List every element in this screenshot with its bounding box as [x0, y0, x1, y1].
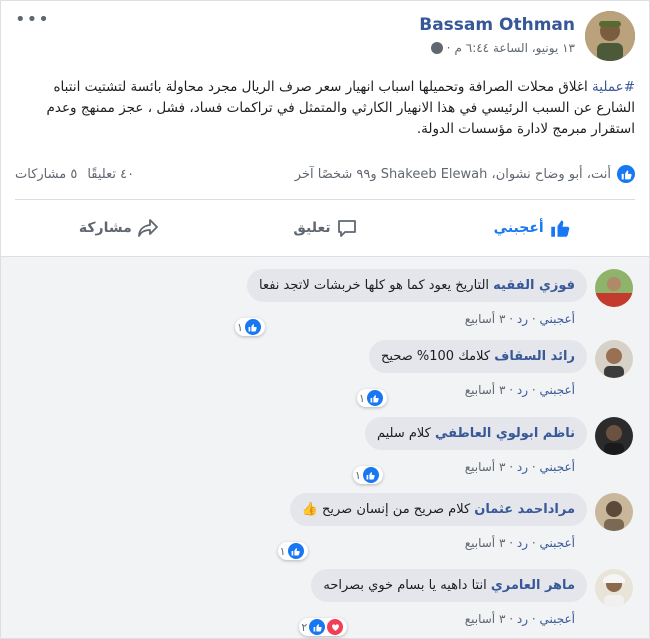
comment-reactions[interactable]: ١	[277, 542, 308, 560]
like-reaction-icon	[287, 543, 304, 559]
post-header: Bassam Othman ١٣ يونيو، الساعة ٦:٤٤ م ·	[419, 11, 635, 61]
hashtag-link[interactable]: #عملية	[592, 79, 635, 95]
commenter-avatar[interactable]	[595, 493, 633, 531]
commenter-avatar[interactable]	[595, 417, 633, 455]
more-options-icon[interactable]: •••	[15, 9, 50, 30]
meta-dot: ·	[446, 41, 451, 55]
comment-text: كلام صريح من إنسان صريح 👍	[301, 502, 471, 517]
post-card: ••• Bassam Othman ١٣ يونيو، الساعة ٦:٤٤ …	[0, 0, 650, 639]
comment-text: التاريخ يعود كما هو كلها خربشات لاتجد نف…	[258, 278, 490, 293]
comment-bubble: رائد السقاف كلامك 100% صحيح	[369, 340, 587, 373]
comment-text: كلامك 100% صحيح	[381, 349, 491, 364]
like-reaction-icon	[362, 467, 379, 483]
comment-like-link[interactable]: أعجبني	[540, 383, 575, 397]
comment-like-link[interactable]: أعجبني	[540, 460, 575, 474]
share-icon	[137, 219, 158, 237]
comment-time[interactable]: ٣ أسابيع	[465, 383, 506, 397]
comment-item: ناظم ابولوي العاطفي كلام سليم ١ أعجبني ·…	[352, 417, 633, 484]
reaction-count: ٢	[301, 620, 308, 634]
comment-like-link[interactable]: أعجبني	[540, 612, 575, 626]
commenter-name[interactable]: رائد السقاف	[494, 349, 575, 364]
share-count[interactable]: ٥ مشاركات	[15, 167, 77, 182]
like-reaction-icon	[309, 619, 326, 635]
comment-reply-link[interactable]: رد	[517, 312, 528, 326]
like-reaction-icon	[366, 390, 383, 406]
share-button[interactable]: مشاركة	[15, 219, 222, 237]
thumbs-up-icon	[550, 220, 569, 237]
comment-reactions[interactable]: ٢	[299, 618, 348, 636]
comment-bubble: فوزي الفقيه التاريخ يعود كما هو كلها خرب…	[246, 269, 587, 302]
comment-text: انتا داهيه يا بسام خوي بصراحه	[323, 578, 487, 593]
reaction-count: ١	[359, 391, 365, 405]
globe-icon	[430, 42, 443, 54]
reaction-count: ١	[354, 468, 361, 482]
commenter-name[interactable]: ماهر العامري	[491, 578, 575, 593]
comment-bubble: مراداحمد عثمان كلام صريح من إنسان صريح 👍	[289, 493, 587, 526]
comment-meta: أعجبني · رد · ٣ أسابيع	[464, 612, 575, 626]
divider-top	[15, 199, 635, 200]
action-bar: مشاركة تعليق أعجبني	[15, 209, 635, 247]
comment-time[interactable]: ٣ أسابيع	[465, 536, 506, 550]
post-body: اغلاق محلات الصرافة وتحميلها اسباب انهيا…	[46, 79, 635, 137]
comment-bubble: ماهر العامري انتا داهيه يا بسام خوي بصرا…	[311, 569, 587, 602]
reaction-summary: ٤٠ تعليقًا ٥ مشاركات أنت، أبو وضاح نشوان…	[15, 163, 635, 185]
comment-item: رائد السقاف كلامك 100% صحيح ١ أعجبني · ر…	[357, 340, 633, 407]
comments-section: فوزي الفقيه التاريخ يعود كما هو كلها خرب…	[1, 256, 649, 638]
commenter-name[interactable]: مراداحمد عثمان	[474, 502, 575, 517]
comment-text: كلام سليم	[376, 426, 431, 441]
commenter-name[interactable]: ناظم ابولوي العاطفي	[435, 426, 575, 441]
comment-like-link[interactable]: أعجبني	[540, 312, 575, 326]
comment-item: مراداحمد عثمان كلام صريح من إنسان صريح 👍…	[277, 493, 633, 560]
comment-like-link[interactable]: أعجبني	[540, 536, 575, 550]
comment-meta: أعجبني · رد · ٣ أسابيع	[464, 383, 575, 397]
comment-reactions[interactable]: ١	[352, 466, 383, 484]
comment-meta: أعجبني · رد · ٣ أسابيع	[464, 536, 575, 550]
comment-time[interactable]: ٣ أسابيع	[465, 312, 506, 326]
comment-item: ماهر العامري انتا داهيه يا بسام خوي بصرا…	[299, 569, 633, 636]
like-reaction-icon	[617, 165, 635, 183]
post-text: #عملية اغلاق محلات الصرافة وتحميلها اسبا…	[15, 77, 635, 140]
comment-item: فوزي الفقيه التاريخ يعود كما هو كلها خرب…	[234, 269, 633, 336]
comment-button[interactable]: تعليق	[222, 219, 429, 237]
comment-time[interactable]: ٣ أسابيع	[465, 460, 506, 474]
author-avatar[interactable]	[585, 11, 635, 61]
author-name[interactable]: Bassam Othman	[419, 15, 575, 35]
commenter-avatar[interactable]	[595, 340, 633, 378]
commenter-avatar[interactable]	[595, 269, 633, 307]
comment-reply-link[interactable]: رد	[517, 460, 528, 474]
comment-reactions[interactable]: ١	[357, 389, 387, 407]
comment-meta: أعجبني · رد · ٣ أسابيع	[464, 460, 575, 474]
like-button[interactable]: أعجبني	[428, 218, 635, 238]
commenter-name[interactable]: فوزي الفقيه	[493, 278, 575, 293]
reaction-count: ١	[236, 320, 243, 334]
love-reaction-icon	[327, 619, 344, 635]
comment-reply-link[interactable]: رد	[517, 536, 528, 550]
comment-count[interactable]: ٤٠ تعليقًا	[87, 167, 134, 182]
comment-reactions[interactable]: ١	[234, 318, 265, 336]
comment-bubble: ناظم ابولوي العاطفي كلام سليم	[364, 417, 587, 450]
post-date[interactable]: ١٣ يونيو، الساعة ٦:٤٤ م	[455, 41, 576, 55]
likers-text[interactable]: أنت، أبو وضاح نشوان، Shakeeb Elewah و٩٩ …	[295, 167, 611, 182]
reaction-count: ١	[279, 544, 286, 558]
post-meta: ١٣ يونيو، الساعة ٦:٤٤ م ·	[419, 41, 575, 55]
comment-meta: أعجبني · رد · ٣ أسابيع	[464, 312, 575, 326]
comment-reply-link[interactable]: رد	[517, 612, 528, 626]
comment-time[interactable]: ٣ أسابيع	[465, 612, 506, 626]
comment-reply-link[interactable]: رد	[517, 383, 528, 397]
commenter-avatar[interactable]	[595, 569, 633, 607]
comment-icon	[337, 220, 356, 237]
like-reaction-icon	[244, 319, 261, 335]
